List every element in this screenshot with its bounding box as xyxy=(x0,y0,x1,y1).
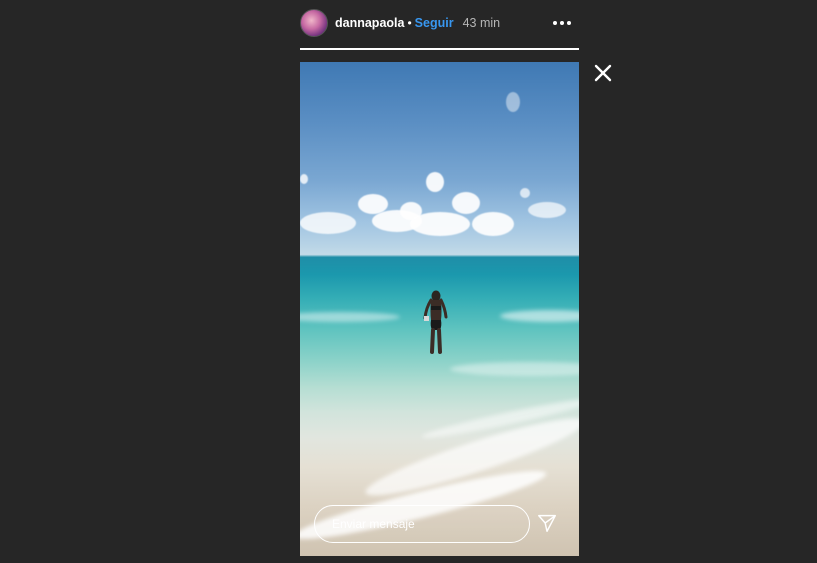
cloud xyxy=(520,188,530,198)
send-icon[interactable] xyxy=(536,512,558,534)
close-icon[interactable] xyxy=(592,62,614,84)
more-horizontal-icon[interactable] xyxy=(550,13,574,33)
cloud xyxy=(528,202,566,218)
story-header: dannapaola • Seguir 43 min xyxy=(300,8,580,38)
cloud xyxy=(472,212,514,236)
send-message-input[interactable]: Enviar mensaje xyxy=(314,505,530,543)
person-figure xyxy=(423,290,448,354)
post-time: 43 min xyxy=(462,16,501,30)
send-message-placeholder: Enviar mensaje xyxy=(332,517,415,531)
wave xyxy=(500,310,579,322)
avatar[interactable] xyxy=(300,9,328,37)
follow-button[interactable]: Seguir xyxy=(415,16,454,30)
story-image[interactable]: Enviar mensaje xyxy=(300,62,579,556)
cloud xyxy=(300,212,356,234)
cloud xyxy=(506,92,520,112)
story-progress-bar xyxy=(300,48,579,51)
cloud xyxy=(426,172,444,192)
wave xyxy=(450,362,579,376)
cloud xyxy=(410,212,470,236)
separator-dot: • xyxy=(407,16,412,30)
cloud xyxy=(300,174,308,184)
cloud xyxy=(452,192,480,214)
wave xyxy=(300,312,400,322)
username[interactable]: dannapaola xyxy=(335,16,404,30)
progress-segment xyxy=(300,48,579,50)
